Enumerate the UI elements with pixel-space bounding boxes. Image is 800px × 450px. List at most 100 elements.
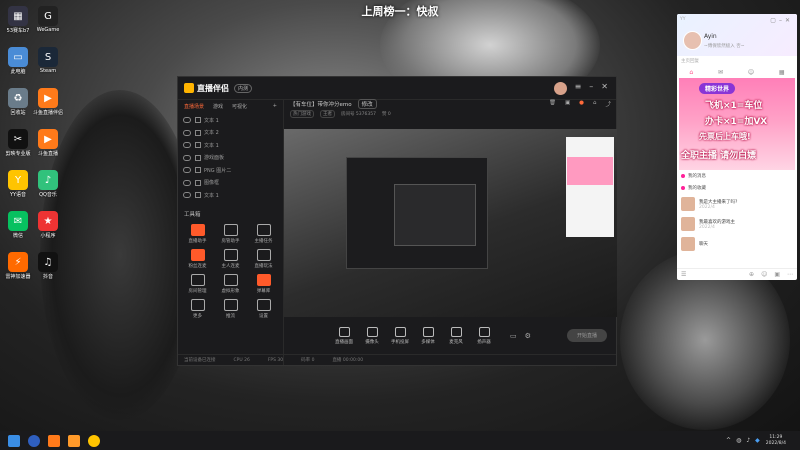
chat-ad-banner[interactable]: 精彩世界 飞机×1=车位 办卡×1=加VX 先票后上车哦! 全职主播 请勿白嫖 [679, 78, 795, 170]
desktop-icon[interactable]: ✉ 微信 [2, 211, 34, 239]
control-button[interactable]: 多媒体 [414, 326, 442, 345]
desktop-icon[interactable]: S Steam [32, 47, 64, 74]
layer-icon[interactable]: ▣ [565, 100, 570, 108]
taskbar-app-icon[interactable] [68, 434, 80, 447]
eye-icon[interactable] [183, 154, 191, 161]
source-item[interactable]: 图像框 [178, 177, 283, 190]
source-item[interactable]: 文本 2 [178, 127, 283, 140]
eye-icon[interactable] [183, 117, 191, 124]
apps-tab-icon[interactable]: ▦ [779, 69, 785, 76]
start-live-button[interactable]: 开始直播 [566, 329, 607, 342]
lock-icon[interactable] [195, 192, 201, 199]
tool-item[interactable]: 主播任务 [247, 223, 280, 244]
edit-title-button[interactable]: 修改 [357, 99, 377, 109]
chat-feed-item[interactable]: 聊天 [677, 234, 797, 254]
menu-icon[interactable]: ≡ [575, 82, 582, 95]
lock-icon[interactable] [195, 179, 201, 186]
chat-window-controls[interactable]: ▢–✕ [770, 17, 793, 24]
chat-feed-item[interactable]: 我最喜欢的游戏主 2022/4 [677, 214, 797, 234]
eye-icon[interactable] [183, 167, 191, 174]
settings-icon[interactable]: ⚙ [525, 332, 531, 340]
delete-icon[interactable]: 🗑 [549, 100, 556, 108]
tool-item[interactable]: 房管助手 [214, 223, 247, 244]
source-item[interactable]: 文本 1 [178, 114, 283, 127]
version-badge[interactable]: 内测 [234, 83, 253, 93]
more-icon[interactable]: ⋯ [787, 271, 793, 278]
contacts-tab-icon[interactable]: ☺ [748, 69, 754, 76]
preview-canvas[interactable] [284, 129, 617, 317]
eye-icon[interactable] [183, 179, 191, 186]
source-item[interactable]: PNG 图片二 [178, 164, 283, 177]
tool-item[interactable]: 设置 [247, 298, 280, 319]
desktop-icon[interactable]: ⚡ 雷神加速器 [2, 252, 34, 280]
tool-item[interactable]: 粉丝连麦 [181, 248, 214, 269]
chat-feed-row[interactable]: 我的消息 [677, 170, 797, 182]
eye-icon[interactable] [183, 192, 191, 199]
tray-up-icon[interactable]: ^ [726, 437, 731, 444]
clock[interactable]: 11:29 2022/8/4 [766, 435, 786, 447]
lock-icon[interactable] [195, 117, 201, 124]
tool-item[interactable]: 直播助手 [181, 223, 214, 244]
desktop-icon[interactable]: ♪ QQ音乐 [32, 170, 64, 198]
add-icon[interactable]: ⊕ [749, 271, 754, 278]
chat-feed-row[interactable]: 我的收藏 [677, 182, 797, 194]
minimize-icon[interactable]: – [589, 82, 593, 95]
source-item[interactable]: 文本 1 [178, 139, 283, 152]
tool-item[interactable]: 推流 [214, 298, 247, 319]
source-item[interactable]: 文本 1 [178, 189, 283, 202]
volume-icon[interactable]: ♪ [746, 437, 750, 444]
image-icon[interactable]: ▣ [774, 271, 780, 278]
control-button[interactable]: 手机投屏 [386, 326, 414, 345]
close-icon[interactable]: ✕ [601, 82, 608, 95]
record-icon[interactable]: ● [579, 100, 584, 108]
scene-tab[interactable]: 可视化 [232, 103, 247, 110]
taskbar-app-icon[interactable] [88, 434, 100, 447]
desktop-icon[interactable]: ✂ 剪映专业版 [2, 129, 34, 157]
list-icon[interactable]: ☰ [681, 271, 686, 278]
tool-item[interactable]: 直播玩法 [247, 248, 280, 269]
home-tab-icon[interactable]: ⌂ [689, 69, 693, 76]
share-icon[interactable]: ⤴ [605, 100, 611, 108]
control-button[interactable]: 直播画面 [330, 326, 358, 345]
tool-item[interactable]: 虚拟形象 [214, 273, 247, 294]
emoji-icon[interactable]: ☺ [761, 271, 767, 278]
chat-signature[interactable]: 主页回复 [677, 56, 797, 66]
control-button[interactable]: 扬声器 [470, 326, 498, 345]
lock-icon[interactable] [195, 129, 201, 136]
desktop-icon[interactable]: G WeGame [32, 6, 64, 33]
wifi-icon[interactable]: ◍ [736, 437, 741, 444]
shield-icon[interactable]: ◆ [755, 437, 760, 444]
desktop-icon[interactable]: ▦ 53赛车b7 [2, 6, 34, 34]
scene-tab[interactable]: 直播场景 [184, 103, 204, 110]
chat-tab-icon[interactable]: ✉ [718, 69, 723, 76]
start-icon[interactable] [8, 434, 20, 447]
scene-tab[interactable]: 游戏 [213, 103, 223, 110]
add-scene-icon[interactable]: + [273, 103, 277, 110]
chat-avatar[interactable] [683, 31, 702, 50]
desktop-icon[interactable]: ♫ 抖音 [32, 252, 64, 280]
desktop-icon[interactable]: ▶ 斗鱼直播伴侣 [32, 88, 64, 116]
tool-item[interactable]: 弹幕库 [247, 273, 280, 294]
lock-icon[interactable] [195, 167, 201, 174]
search-icon[interactable] [28, 434, 40, 447]
lock-icon[interactable] [195, 142, 201, 149]
desktop-icon[interactable]: ★ 小程序 [32, 211, 64, 239]
lock-icon[interactable] [195, 154, 201, 161]
tool-item[interactable]: 房间管理 [181, 273, 214, 294]
chat-feed-item[interactable]: 我是大主播来了吗? 2022/4 [677, 194, 797, 214]
desktop-icon[interactable]: ▶ 斗鱼直播 [32, 129, 64, 157]
camera-icon[interactable]: ▭ [510, 332, 517, 340]
eye-icon[interactable] [183, 129, 191, 136]
source-item[interactable]: 游戏面板 [178, 152, 283, 165]
taskbar-app-icon[interactable] [48, 434, 60, 447]
control-button[interactable]: 摄像头 [358, 326, 386, 345]
tool-item[interactable]: 更多 [181, 298, 214, 319]
desktop-icon[interactable]: ▭ 此电脑 [2, 47, 34, 75]
desktop-icon[interactable]: ♻ 回收站 [2, 88, 34, 116]
user-avatar[interactable] [553, 81, 567, 95]
eye-icon[interactable] [183, 142, 191, 149]
tool-item[interactable]: 主人连麦 [214, 248, 247, 269]
desktop-icon[interactable]: Y YY语音 [2, 170, 34, 198]
control-button[interactable]: 麦克风 [442, 326, 470, 345]
home-icon[interactable]: ⌂ [593, 100, 597, 108]
